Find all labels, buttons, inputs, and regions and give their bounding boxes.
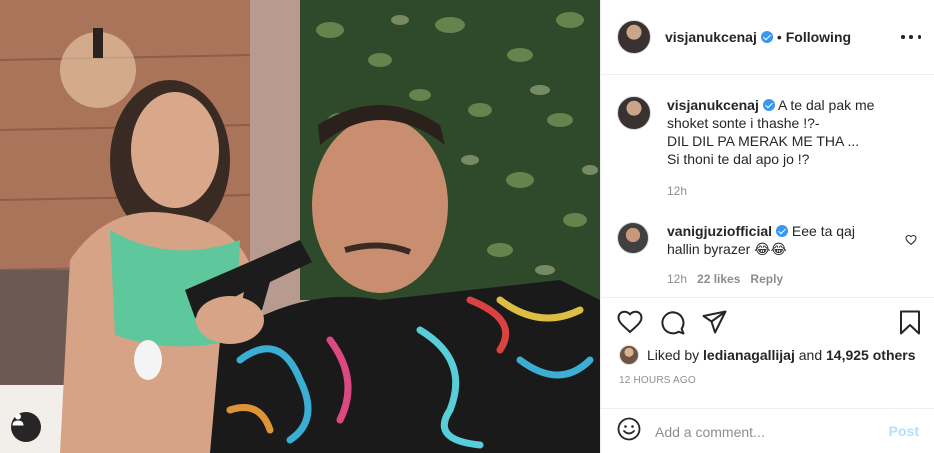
likes-prefix: Liked by: [647, 347, 700, 363]
comment-username[interactable]: vanigjuziofficial: [667, 223, 772, 239]
heart-icon[interactable]: [617, 310, 643, 340]
caption-avatar[interactable]: [617, 96, 651, 130]
comment-reply-button[interactable]: Reply: [750, 272, 783, 286]
liker-username[interactable]: ledianagallijaj: [703, 347, 795, 363]
caption: visjanukcenaj A te dal pak me shoket son…: [617, 96, 919, 200]
add-comment-bar: Post: [601, 408, 934, 453]
comment-avatar[interactable]: [617, 222, 649, 254]
author-avatar[interactable]: [617, 20, 651, 54]
bookmark-icon[interactable]: [899, 310, 921, 340]
comment-body: vanigjuziofficial Eee ta qaj hallin byra…: [667, 222, 887, 258]
verified-icon: [762, 99, 775, 111]
comments-section: visjanukcenaj A te dal pak me shoket son…: [601, 76, 934, 296]
add-comment-input[interactable]: [655, 423, 865, 440]
post-photo[interactable]: [0, 0, 600, 453]
header-separator: •: [776, 29, 782, 45]
likes-others-link[interactable]: 14,925 others: [826, 347, 916, 363]
comment-time[interactable]: 12h: [667, 272, 687, 286]
verified-icon: [776, 225, 789, 237]
post-header: visjanukcenaj • Following: [601, 0, 934, 75]
post-comment-button[interactable]: Post: [889, 423, 919, 439]
comment-like-heart-icon[interactable]: [905, 234, 917, 246]
liker-avatar[interactable]: [619, 345, 639, 365]
share-icon[interactable]: [702, 310, 727, 340]
caption-username[interactable]: visjanukcenaj: [667, 97, 759, 113]
likes-summary: Liked by ledianagallijaj and 14,925 othe…: [619, 345, 916, 365]
author-username[interactable]: visjanukcenaj: [665, 29, 757, 45]
comment-item: vanigjuziofficial Eee ta qaj hallin byra…: [617, 222, 919, 288]
comment-icon[interactable]: [660, 310, 685, 340]
following-button[interactable]: Following: [786, 29, 851, 45]
comment-likes[interactable]: 22 likes: [697, 272, 740, 286]
user-tag-button[interactable]: [11, 412, 41, 442]
user-tag-icon: [12, 413, 24, 426]
verified-icon: [760, 31, 773, 43]
caption-time[interactable]: 12h: [667, 184, 687, 198]
caption-body: visjanukcenaj A te dal pak me shoket son…: [667, 96, 919, 168]
post-timestamp[interactable]: 12 HOURS AGO: [619, 375, 696, 386]
post-side-panel: visjanukcenaj • Following visjanukcenaj …: [600, 0, 934, 453]
post-actions: Liked by ledianagallijaj and 14,925 othe…: [601, 297, 934, 453]
photo-scene: [0, 0, 600, 453]
more-options-icon[interactable]: [901, 30, 921, 44]
likes-conjunction: and: [798, 347, 823, 363]
emoji-icon[interactable]: [617, 417, 641, 446]
